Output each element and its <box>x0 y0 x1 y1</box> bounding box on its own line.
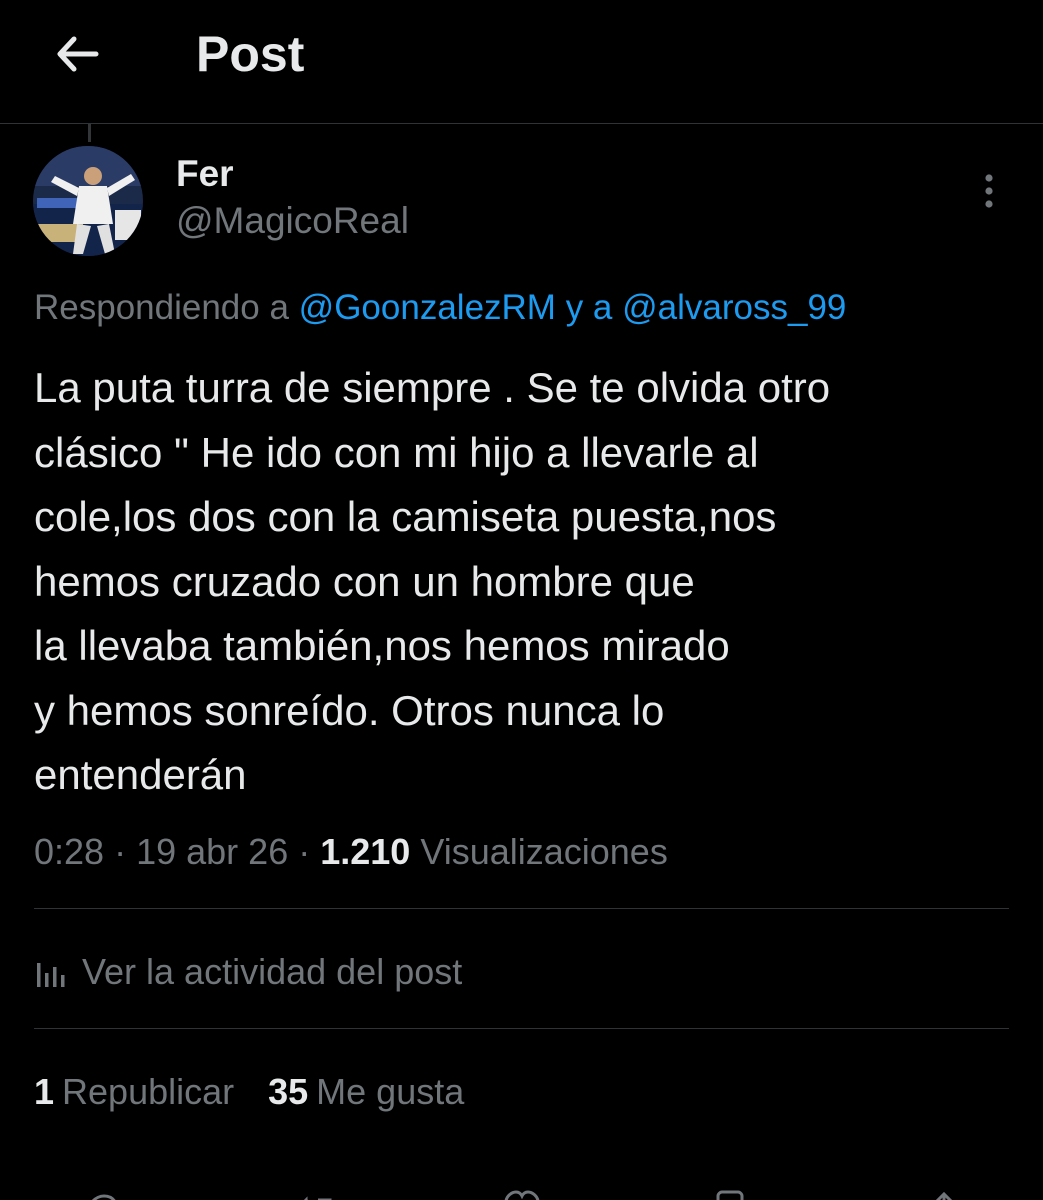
reposts-label: Republicar <box>62 1071 235 1112</box>
reply-icon[interactable] <box>82 1190 122 1200</box>
likes-count: 35 <box>268 1071 309 1112</box>
replying-prefix: Respondiendo a <box>34 288 289 327</box>
post-time[interactable]: 0:28 <box>34 831 104 872</box>
like-icon[interactable] <box>502 1190 542 1200</box>
separator-dot: · <box>114 831 137 872</box>
post-text-line: la llevaba también,nos hemos mirado <box>34 622 730 669</box>
post-text: La puta turra de siempre . Se te olvida … <box>34 356 1014 808</box>
page-title: Post <box>196 26 305 82</box>
views-count: 1.210 <box>320 831 411 872</box>
post-text-line: cole,los dos con la camiseta puesta,nos <box>34 493 777 540</box>
post-text-line: clásico " He ido con mi hijo a llevarle … <box>34 428 759 476</box>
analytics-icon <box>37 963 65 987</box>
post-meta: 0:28 · 19 abr 26 · 1.210 Visualizaciones <box>34 828 668 876</box>
post-text-line: hemos cruzado con un hombre que <box>34 557 695 605</box>
likes-stat[interactable]: 35 Me gusta <box>268 1071 464 1112</box>
repost-icon[interactable] <box>298 1190 338 1200</box>
arrow-left-icon <box>57 36 99 72</box>
replying-to: Respondiendo a @GoonzalezRM y a @alvaros… <box>34 284 846 332</box>
share-icon[interactable] <box>924 1190 964 1200</box>
likes-label: Me gusta <box>316 1071 465 1112</box>
author-handle[interactable]: @MagicoReal <box>176 198 409 244</box>
mention-link[interactable]: @alvaross_99 <box>622 288 846 327</box>
view-post-activity-link[interactable]: Ver la actividad del post <box>34 944 462 1000</box>
thread-connector <box>88 124 91 142</box>
views-label: Visualizaciones <box>420 831 668 872</box>
reposts-stat[interactable]: 1 Republicar <box>34 1071 234 1112</box>
mention-link[interactable]: @GoonzalezRM <box>299 288 556 327</box>
post-text-line: La puta turra de siempre . Se te olvida … <box>34 364 831 411</box>
engagement-stats: 1 Republicar 35 Me gusta <box>34 1066 464 1118</box>
replying-joiner: y a <box>565 288 613 327</box>
post-action-bar <box>0 1180 1043 1200</box>
post-text-line: y hemos sonreído. Otros nunca lo <box>34 686 665 734</box>
divider <box>34 908 1009 909</box>
separator-dot: · <box>298 831 321 872</box>
divider <box>34 1028 1009 1029</box>
more-vertical-icon <box>985 174 993 208</box>
avatar[interactable] <box>33 146 143 256</box>
post-date[interactable]: 19 abr 26 <box>136 831 288 872</box>
bookmark-icon[interactable] <box>710 1190 750 1200</box>
more-options-button[interactable] <box>966 166 1012 216</box>
post-text-line: entenderán <box>34 751 247 798</box>
author-display-name[interactable]: Fer <box>176 152 234 196</box>
back-button[interactable] <box>44 22 108 86</box>
activity-label: Ver la actividad del post <box>82 951 463 992</box>
reposts-count: 1 <box>34 1071 55 1112</box>
top-bar: Post <box>0 0 1043 124</box>
avatar-image <box>33 146 143 256</box>
